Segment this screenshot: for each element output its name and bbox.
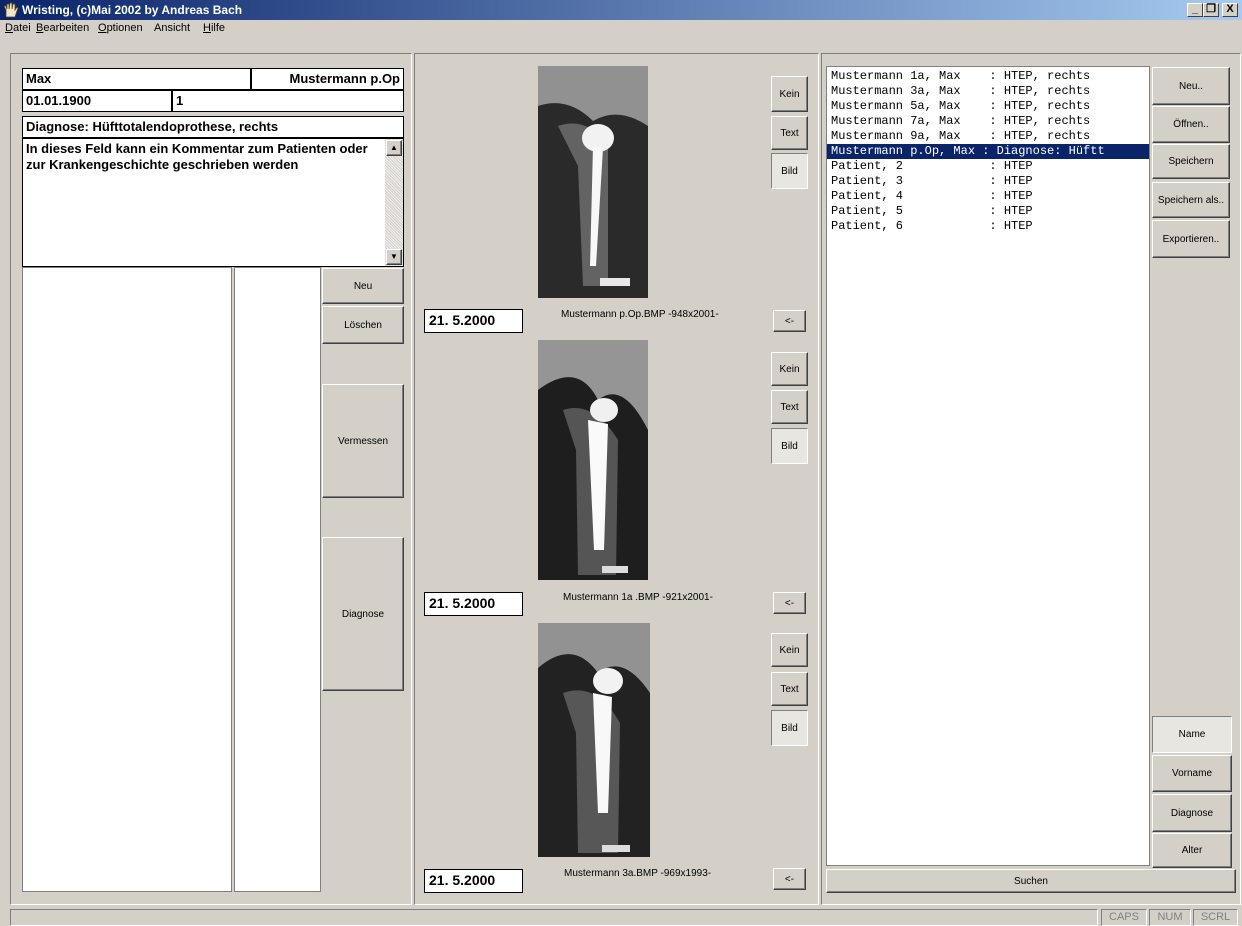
diagnosis-field[interactable]: Diagnose: Hüfttotalendoprothese, rechts (22, 116, 404, 138)
list-item[interactable]: Mustermann 3a, Max : HTEP, rechts (827, 84, 1149, 99)
num-indicator: NUM (1149, 909, 1191, 926)
last-name-field[interactable]: Mustermann p.Op (251, 68, 404, 90)
app-hand-icon[interactable] (3, 2, 19, 18)
sort-by-diagnosis-button[interactable]: Diagnose (1152, 794, 1232, 832)
diagnosis-button[interactable]: Diagnose (322, 537, 404, 691)
image-2-image-button[interactable]: Bild (771, 428, 808, 464)
list-item[interactable]: Mustermann 7a, Max : HTEP, rechts (827, 114, 1149, 129)
export-button[interactable]: Exportieren.. (1152, 220, 1230, 258)
window-title: Wristing, (c)Mai 2002 by Andreas Bach (22, 3, 243, 17)
image-1-text-button[interactable]: Text (771, 116, 808, 150)
image-1-image-button[interactable]: Bild (771, 153, 808, 189)
image-3-back-button[interactable]: <- (773, 868, 806, 890)
close-button[interactable]: X (1222, 3, 1238, 17)
list-item[interactable]: Patient, 4 : HTEP (827, 189, 1149, 204)
comment-text: In dieses Feld kann ein Kommentar zum Pa… (26, 141, 368, 172)
list-item[interactable]: Mustermann 9a, Max : HTEP, rechts (827, 129, 1149, 144)
image-3-text-button[interactable]: Text (771, 672, 808, 706)
xray-image-1[interactable] (538, 66, 648, 298)
open-file-button[interactable]: Öffnen.. (1152, 106, 1230, 143)
menu-bearbeiten[interactable]: Bearbeiten (36, 22, 89, 34)
patient-list[interactable]: Mustermann 1a, Max : HTEP, rechts Muster… (826, 66, 1150, 866)
birthdate-field[interactable]: 01.01.1900 (22, 90, 172, 112)
new-measurement-button[interactable]: Neu (322, 268, 404, 304)
comment-scrollbar[interactable]: ▲ ▼ (385, 139, 403, 266)
list-item[interactable]: Patient, 5 : HTEP (827, 204, 1149, 219)
image-1-date[interactable]: 21. 5.2000 (424, 309, 523, 333)
image-1-back-button[interactable]: <- (773, 310, 806, 332)
comment-textarea[interactable]: In dieses Feld kann ein Kommentar zum Pa… (22, 138, 404, 267)
measurement-list[interactable] (22, 267, 232, 892)
image-2-none-button[interactable]: Kein (771, 352, 808, 386)
first-name-field[interactable]: Max (22, 68, 251, 90)
search-button[interactable]: Suchen (826, 869, 1236, 893)
image-2-back-button[interactable]: <- (773, 592, 806, 614)
sort-by-firstname-button[interactable]: Vorname (1152, 755, 1232, 792)
menu-ansicht[interactable]: Ansicht (154, 22, 190, 34)
save-as-button[interactable]: Speichern als.. (1152, 182, 1230, 218)
save-button[interactable]: Speichern (1152, 144, 1230, 179)
list-item[interactable]: Mustermann 1a, Max : HTEP, rechts (827, 69, 1149, 84)
menu-hilfe[interactable]: Hilfe (203, 22, 225, 34)
image-1-none-button[interactable]: Kein (771, 76, 808, 112)
scroll-up-arrow-icon[interactable]: ▲ (386, 140, 402, 156)
new-file-button[interactable]: Neu.. (1152, 67, 1230, 105)
list-item[interactable]: Patient, 3 : HTEP (827, 174, 1149, 189)
menu-optionen[interactable]: Optionen (98, 22, 143, 34)
image-2-caption: Mustermann 1a .BMP -921x2001- (563, 592, 713, 603)
status-bar: CAPS NUM SCRL (0, 906, 1242, 926)
scroll-down-arrow-icon[interactable]: ▼ (386, 249, 402, 265)
xray-image-2[interactable] (538, 340, 648, 580)
status-message-pane (10, 909, 1098, 926)
list-item[interactable]: Mustermann 5a, Max : HTEP, rechts (827, 99, 1149, 114)
scrl-indicator: SCRL (1193, 909, 1238, 926)
image-1-caption: Mustermann p.Op.BMP -948x2001- (561, 309, 719, 320)
minimize-button[interactable]: _ (1187, 3, 1203, 17)
value-list[interactable] (234, 267, 321, 892)
image-3-caption: Mustermann 3a.BMP -969x1993- (564, 868, 712, 879)
xray-image-3[interactable] (538, 623, 650, 857)
maximize-button[interactable]: ❐ (1203, 3, 1219, 17)
menu-datei[interactable]: Datei (5, 22, 31, 34)
image-3-none-button[interactable]: Kein (771, 633, 808, 667)
image-2-date[interactable]: 21. 5.2000 (424, 592, 523, 616)
sort-by-age-button[interactable]: Alter (1152, 833, 1232, 868)
list-item[interactable]: Patient, 6 : HTEP (827, 219, 1149, 234)
patient-number-field[interactable]: 1 (172, 90, 404, 112)
list-item[interactable]: Patient, 2 : HTEP (827, 159, 1149, 174)
measure-button[interactable]: Vermessen (322, 384, 404, 498)
image-3-image-button[interactable]: Bild (771, 710, 808, 746)
image-2-text-button[interactable]: Text (771, 390, 808, 424)
title-bar: Wristing, (c)Mai 2002 by Andreas Bach _ … (0, 0, 1242, 20)
delete-button[interactable]: Löschen (322, 306, 404, 344)
menu-bar: Datei Bearbeiten Optionen Ansicht Hilfe (0, 20, 1242, 38)
list-item-selected[interactable]: Mustermann p.Op, Max : Diagnose: Hüftt (827, 144, 1149, 159)
caps-indicator: CAPS (1101, 909, 1147, 926)
image-3-date[interactable]: 21. 5.2000 (424, 869, 523, 893)
sort-by-name-button[interactable]: Name (1152, 716, 1232, 753)
